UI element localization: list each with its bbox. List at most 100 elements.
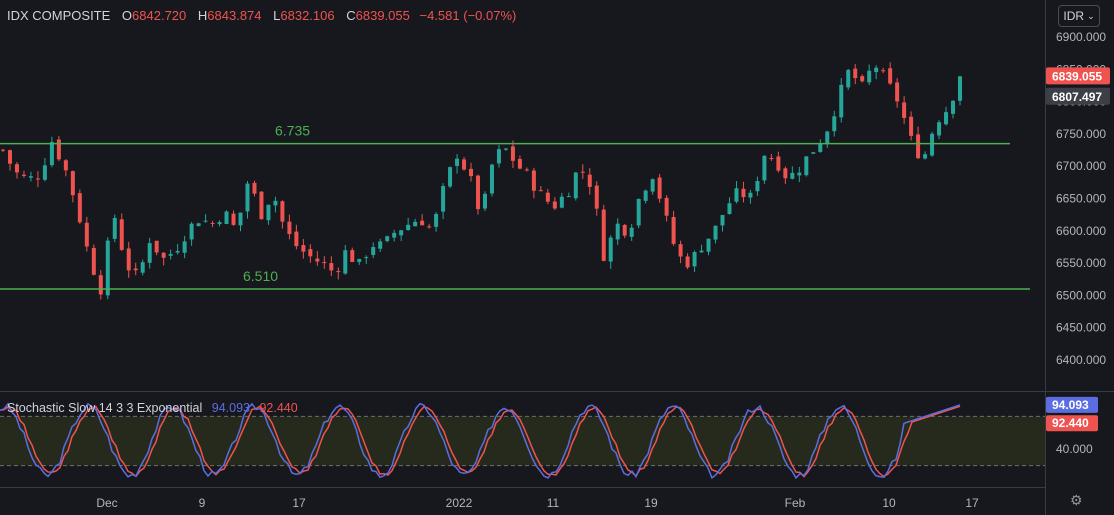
candle-body [189,223,194,240]
x-tick-label: 2022 [446,496,473,510]
candle-body [685,256,690,268]
candle-body [776,156,781,171]
candle-body [35,178,40,180]
candle-body [259,191,264,220]
candle-body [916,134,921,159]
change-value: −4.581 (−0.07%) [419,8,517,23]
candle-body [930,133,935,156]
stochastic-k-value: 94.093 [211,401,250,415]
candle-body [671,217,676,244]
candle-body [713,225,718,240]
candle-body [888,68,893,84]
candle-body [1,149,5,151]
y-tick-label: 6600.000 [1056,224,1106,238]
candle-body [636,198,641,226]
candle-body [608,237,613,262]
candle-body [350,250,355,262]
candle-body [126,248,131,271]
candle-body [322,262,327,264]
candle-body [874,67,879,73]
candle-body [7,150,12,164]
candle-body [343,250,348,274]
stochastic-k-axis-label: 94.093 [1052,398,1089,412]
candle-body [503,148,508,150]
candle-body [594,185,599,209]
candle-body [531,170,536,191]
candle-body [336,271,341,273]
candle-body [566,196,571,198]
candle-body [63,160,68,171]
candle-body [231,213,236,225]
gear-icon[interactable]: ⚙ [1070,492,1083,509]
candle-body [804,156,809,176]
candle-body [811,152,816,154]
candle-body [399,230,404,236]
y-tick-label: 6500.000 [1056,288,1106,302]
candle-body [224,211,229,225]
candle-body [587,174,592,187]
candle-body [601,209,606,261]
candle-body [476,175,481,210]
candle-body [846,69,851,88]
currency-selector[interactable]: IDR ⌄ [1058,5,1100,27]
candle-body [77,193,82,223]
candle-body [657,177,662,199]
candle-body [867,70,872,83]
candle-body [105,240,110,296]
candle-body [21,174,26,176]
candle-body [98,275,103,295]
candle-body [427,226,432,228]
y-tick-label: 6450.000 [1056,321,1106,335]
y-tick-label: 6700.000 [1056,159,1106,173]
candle-body [517,158,522,169]
candle-body [147,243,152,263]
candle-body [413,221,418,227]
candle-body [210,222,215,224]
candle-body [455,158,460,166]
candle-body [434,213,439,227]
candle-body [280,201,285,222]
candle-body [385,236,390,242]
candle-body [825,131,830,145]
candle-body [315,258,320,262]
candle-body [266,204,271,221]
candle-body [538,190,543,192]
candle-body [692,252,697,267]
candle-body [469,168,474,177]
stochastic-header: Stochastic Slow 14 3 3 Exponential 94.09… [7,401,298,415]
candle-body [182,241,187,253]
candle-body [175,250,180,253]
open-value: 6842.720 [132,8,187,23]
candle-body [629,227,634,237]
candle-body [797,172,802,176]
candle-body [496,149,501,164]
candle-body [357,258,362,262]
candle-body [119,219,124,250]
candle-body [301,245,306,252]
candle-body [308,249,313,257]
x-tick-label: Dec [96,496,117,510]
candle-body [895,82,900,102]
candle-body [482,193,487,209]
candle-body [622,224,627,236]
candle-body [727,203,732,214]
candle-body [678,244,683,257]
candle-body [462,159,467,170]
candle-body [552,201,557,209]
candle-body [510,146,515,161]
y-tick-label: 6550.000 [1056,256,1106,270]
candle-body [196,223,201,227]
candle-body [14,164,19,173]
candle-body [839,84,844,118]
candle-body [720,215,725,226]
candle-body [70,171,75,196]
candle-body [49,141,54,166]
candle-body [294,231,299,247]
candle-body [203,220,208,222]
chart-header: IDX COMPOSITE O6842.720 H6843.874 L6832.… [7,8,516,23]
y-tick-label: 6900.000 [1056,30,1106,44]
candle-body [741,188,746,198]
candle-body [545,192,550,202]
x-tick-label: 17 [292,496,306,510]
candle-body [524,169,529,171]
